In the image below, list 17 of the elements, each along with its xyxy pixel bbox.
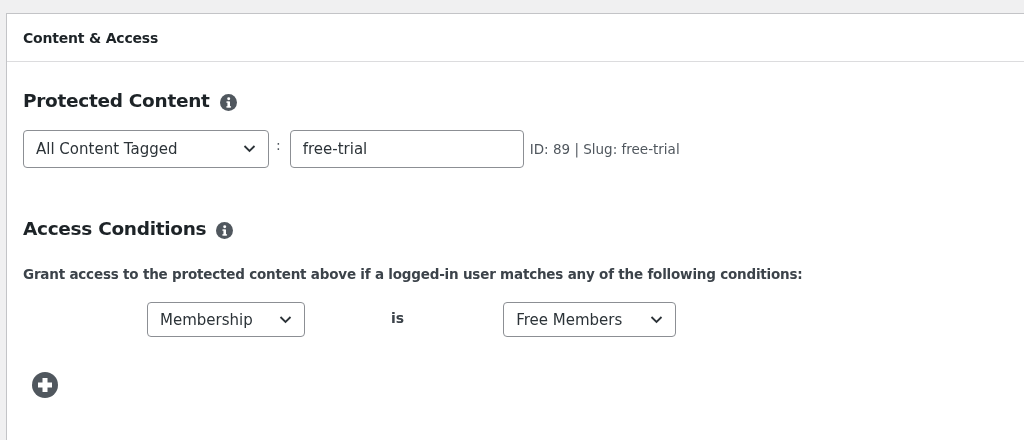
tag-info: ID: 89 | Slug: free-trial	[529, 141, 680, 157]
chevron-down-icon	[279, 315, 292, 324]
section-heading: Protected Content	[23, 90, 210, 111]
content-type-select[interactable]: All Content Tagged	[23, 130, 269, 168]
separator: :	[276, 137, 281, 153]
add-icon[interactable]	[32, 372, 58, 398]
condition-value-select[interactable]: Free Members	[503, 302, 677, 337]
condition-operator: is	[391, 309, 405, 326]
chevron-down-icon	[650, 315, 664, 324]
panel-title: Content & Access	[23, 29, 159, 46]
info-icon[interactable]	[219, 94, 237, 111]
description-text: Grant access to the protected content above if a logged-in user matches any of the following conditions:	[23, 266, 804, 282]
chevron-down-icon	[243, 145, 256, 153]
section-heading: Access Conditions	[23, 218, 207, 239]
tag-input-field[interactable]: free-trial	[289, 130, 524, 168]
info-icon[interactable]	[216, 222, 234, 239]
condition-field-select[interactable]: Membership	[147, 302, 305, 337]
